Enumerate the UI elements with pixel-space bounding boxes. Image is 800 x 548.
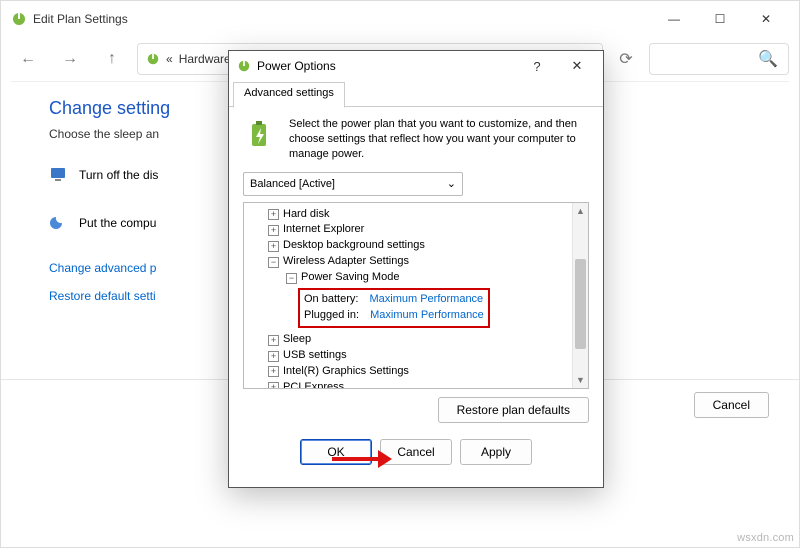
dialog-intro: Select the power plan that you want to c… (289, 117, 589, 162)
power-icon (11, 11, 27, 27)
sleep-icon (49, 213, 69, 233)
power-options-dialog: Power Options ? ✕ Advanced settings Sele… (228, 50, 604, 488)
tree-scrollbar[interactable]: ▲ ▼ (572, 203, 588, 388)
scroll-up-icon[interactable]: ▲ (573, 203, 588, 219)
tree-wireless-adapter[interactable]: Wireless Adapter Settings (283, 254, 409, 270)
refresh-button[interactable]: ⟳ (611, 49, 641, 69)
expand-icon[interactable]: + (268, 241, 279, 252)
tab-advanced-settings[interactable]: Advanced settings (233, 82, 345, 108)
plugged-in-value[interactable]: Maximum Performance (370, 308, 484, 324)
expand-icon[interactable]: + (268, 209, 279, 220)
expand-icon[interactable]: + (268, 351, 279, 362)
window-maximize-button[interactable]: ☐ (697, 4, 743, 34)
apply-button[interactable]: Apply (460, 439, 532, 465)
scroll-down-icon[interactable]: ▼ (573, 372, 588, 388)
restore-plan-defaults-button[interactable]: Restore plan defaults (438, 397, 589, 423)
row-display-label: Turn off the dis (79, 168, 158, 182)
window-close-button[interactable]: ✕ (743, 4, 789, 34)
forward-button[interactable]: → (53, 42, 87, 76)
highlight-box: On battery: Maximum Performance Plugged … (298, 288, 490, 328)
dialog-close-button[interactable]: ✕ (557, 58, 597, 74)
search-icon: 🔍 (758, 49, 778, 69)
back-button[interactable]: ← (11, 42, 45, 76)
dialog-titlebar: Power Options ? ✕ (229, 51, 603, 81)
power-icon (146, 52, 160, 66)
on-battery-value[interactable]: Maximum Performance (369, 292, 483, 308)
settings-tree: + Hard disk + Internet Explorer + Desktop b… (243, 202, 589, 389)
tree-usb[interactable]: USB settings (283, 348, 347, 364)
collapse-icon[interactable]: − (286, 273, 297, 284)
breadcrumb-root-glyph: « (166, 52, 173, 66)
cancel-button[interactable]: Cancel (380, 439, 452, 465)
expand-icon[interactable]: + (268, 225, 279, 236)
tree-desktop-background[interactable]: Desktop background settings (283, 238, 425, 254)
collapse-icon[interactable]: − (268, 257, 279, 268)
plan-select-value: Balanced [Active] (250, 178, 335, 190)
watermark: wsxdn.com (737, 532, 794, 544)
expand-icon[interactable]: + (268, 335, 279, 346)
plan-select[interactable]: Balanced [Active] ⌄ (243, 172, 463, 196)
monitor-icon (49, 165, 69, 185)
window-minimize-button[interactable]: — (651, 4, 697, 34)
window-titlebar: Edit Plan Settings — ☐ ✕ (1, 1, 799, 37)
ok-button[interactable]: OK (300, 439, 372, 465)
tree-hard-disk[interactable]: Hard disk (283, 207, 329, 223)
dialog-help-button[interactable]: ? (517, 59, 557, 74)
plugged-in-label: Plugged in: (304, 308, 359, 324)
up-button[interactable]: ↑ (95, 42, 129, 76)
chevron-down-icon: ⌄ (447, 177, 456, 190)
tree-internet-explorer[interactable]: Internet Explorer (283, 222, 364, 238)
scroll-thumb[interactable] (575, 259, 586, 349)
tree-sleep[interactable]: Sleep (283, 332, 311, 348)
on-battery-label: On battery: (304, 292, 358, 308)
row-sleep-label: Put the compu (79, 216, 156, 230)
window-title: Edit Plan Settings (33, 12, 128, 26)
dialog-title: Power Options (257, 59, 336, 73)
battery-icon (243, 117, 279, 153)
tree-pci-express[interactable]: PCI Express (283, 380, 344, 388)
expand-icon[interactable]: + (268, 382, 279, 388)
tab-strip: Advanced settings (229, 81, 603, 107)
cancel-button[interactable]: Cancel (694, 392, 769, 418)
dialog-body: Select the power plan that you want to c… (229, 107, 603, 487)
expand-icon[interactable]: + (268, 366, 279, 377)
search-input[interactable]: 🔍 (649, 43, 789, 75)
tree-power-saving-mode[interactable]: Power Saving Mode (301, 270, 399, 286)
tree-intel-graphics[interactable]: Intel(R) Graphics Settings (283, 364, 409, 380)
power-icon (237, 59, 251, 73)
